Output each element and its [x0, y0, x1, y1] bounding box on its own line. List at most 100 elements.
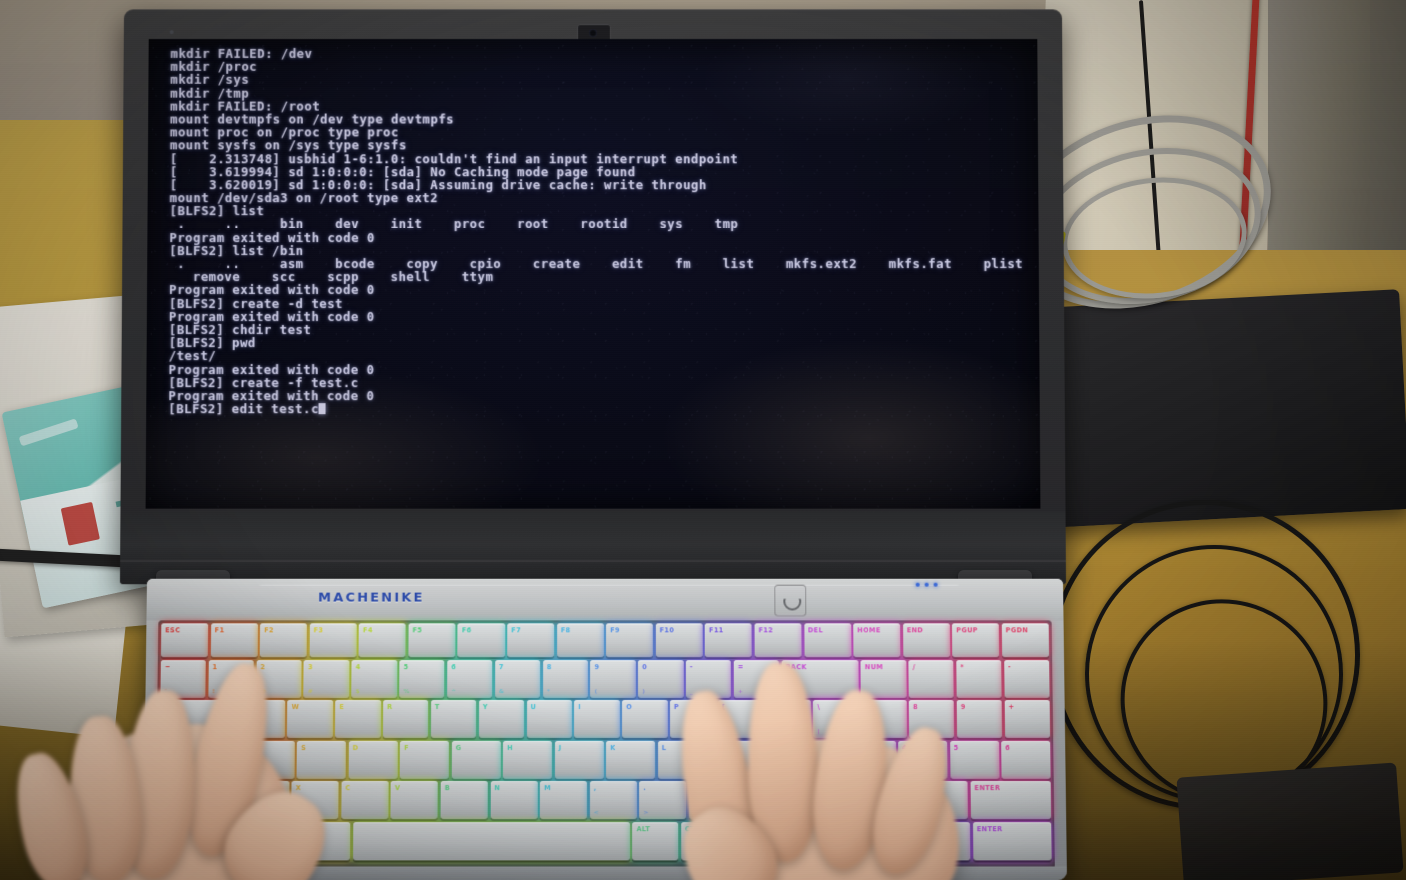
key-tab[interactable]: TAB	[159, 700, 238, 738]
key-y[interactable]: Y	[478, 700, 525, 738]
key-f9[interactable]: F9	[606, 623, 654, 658]
key-u[interactable]: U	[526, 700, 572, 738]
key-pgup[interactable]: PGUP	[952, 623, 1000, 658]
key-6[interactable]: 6 ^	[447, 659, 493, 698]
key-5[interactable]: 5	[949, 740, 1000, 779]
key-m[interactable]: M	[539, 781, 588, 820]
key-space[interactable]: = +	[733, 659, 780, 698]
key-4[interactable]: 4 $	[351, 659, 398, 698]
key-h[interactable]: H	[503, 740, 553, 779]
power-button[interactable]	[774, 584, 807, 617]
key-c[interactable]: C	[341, 781, 389, 820]
key-2[interactable]: 2 @	[255, 659, 302, 698]
key-a[interactable]: A	[245, 740, 295, 779]
key-s[interactable]: S	[296, 740, 347, 779]
key-f2[interactable]: F2	[259, 623, 308, 658]
key-9[interactable]: 9(	[590, 659, 636, 698]
key-ctrl[interactable]: CTRL	[158, 821, 205, 860]
key-x[interactable]: X	[291, 781, 339, 820]
key-space[interactable]: , <	[589, 781, 637, 820]
key-n[interactable]: N	[490, 781, 538, 820]
key-8[interactable]: 8	[908, 700, 955, 738]
key-caps[interactable]: CAPS	[159, 740, 244, 779]
key-p[interactable]: P	[669, 700, 716, 738]
key-5[interactable]: 5%	[399, 659, 445, 698]
key-b[interactable]: B	[440, 781, 488, 820]
key-f4[interactable]: F4	[358, 623, 407, 658]
key-space[interactable]: ~ `	[160, 659, 207, 698]
key-space[interactable]: \ |	[813, 700, 859, 738]
key-1[interactable]: 1	[871, 781, 919, 820]
key-w[interactable]: W	[287, 700, 333, 738]
key-2[interactable]: 2	[920, 781, 969, 820]
key-7[interactable]: 7	[861, 700, 907, 738]
key-enter[interactable]: ENTER	[972, 821, 1052, 860]
key-ctrl[interactable]: CTRL	[681, 821, 728, 860]
key-3[interactable]: 3 #	[303, 659, 350, 698]
key-i[interactable]: I	[574, 700, 620, 738]
key-del[interactable]: DEL	[803, 623, 852, 658]
key-enter[interactable]: ENTER	[812, 740, 897, 779]
key-space[interactable]	[352, 821, 630, 860]
key-z[interactable]: Z	[241, 781, 290, 820]
key-f5[interactable]: F5	[408, 623, 456, 658]
key-f3[interactable]: F3	[309, 623, 357, 658]
key-j[interactable]: J	[554, 740, 604, 779]
key-9[interactable]: 9	[956, 700, 1003, 738]
key-f12[interactable]: F12	[754, 623, 802, 658]
key-t[interactable]: T	[430, 700, 477, 738]
key-g[interactable]: G	[451, 740, 501, 779]
key-space[interactable]: ' "	[760, 740, 811, 779]
key-alt[interactable]: ALT	[304, 821, 351, 860]
key-pgdn[interactable]: PGDN	[1001, 623, 1049, 658]
key-6[interactable]: 6	[1001, 740, 1051, 779]
key-space[interactable]: /	[908, 659, 955, 698]
key-f11[interactable]: F11	[705, 623, 753, 658]
key-f8[interactable]: F8	[556, 623, 604, 658]
key-r[interactable]: R	[382, 700, 429, 738]
key-space[interactable]: ▲	[821, 781, 869, 820]
key-o[interactable]: O	[622, 700, 668, 738]
key-7[interactable]: 7 &	[494, 659, 541, 698]
key-space[interactable]: . >	[639, 781, 687, 820]
key-alt[interactable]: ALT	[632, 821, 679, 860]
key-space[interactable]: ▶	[826, 821, 874, 860]
key-1[interactable]: 1!	[208, 659, 254, 698]
key-f7[interactable]: F7	[507, 623, 555, 658]
key-back[interactable]: BACK	[781, 659, 859, 698]
key-f10[interactable]: F10	[655, 623, 703, 658]
key-space[interactable]: [{	[717, 700, 764, 738]
key-v[interactable]: V	[390, 781, 439, 820]
keyboard[interactable]: ESC F1 F2 F3 F4 F5 F6 F7 F8 F9 F10 F11 F12 DEL HOME END…	[155, 620, 1055, 869]
key-esc[interactable]: ESC	[160, 623, 209, 658]
key-8[interactable]: 8 *	[542, 659, 588, 698]
key-0[interactable]: 0	[875, 821, 922, 860]
key-enter[interactable]: ENTER	[970, 781, 1052, 820]
key-space[interactable]: ◀	[729, 821, 776, 860]
key-4[interactable]: 4	[898, 740, 948, 779]
key-space[interactable]: .	[924, 821, 971, 860]
key-space[interactable]: - _	[685, 659, 732, 698]
key-l[interactable]: L	[657, 740, 707, 779]
key-f[interactable]: F	[400, 740, 450, 779]
key-space[interactable]: -	[1003, 659, 1050, 698]
key-space[interactable]: ▼	[778, 821, 825, 860]
key-home[interactable]: HOME	[853, 623, 901, 658]
key-0[interactable]: 0)	[638, 659, 684, 698]
key-f6[interactable]: F6	[457, 623, 505, 658]
key-k[interactable]: K	[606, 740, 656, 779]
key-space[interactable]: ]}	[765, 700, 812, 738]
key-space[interactable]: ;:	[709, 740, 759, 779]
key-space[interactable]: *	[956, 659, 1002, 698]
key-shift[interactable]: SHIFT	[158, 781, 240, 820]
key-end[interactable]: END	[902, 623, 951, 658]
key-space[interactable]: +	[1004, 700, 1051, 738]
key-win[interactable]: WIN	[255, 821, 303, 860]
key-num[interactable]: NUM	[860, 659, 907, 698]
key-f1[interactable]: F1	[210, 623, 258, 658]
key-fn[interactable]: FN	[206, 821, 254, 860]
key-space[interactable]: /?	[689, 781, 737, 820]
key-e[interactable]: E	[335, 700, 381, 738]
key-d[interactable]: D	[348, 740, 398, 779]
key-shift[interactable]: SHIFT	[738, 781, 820, 820]
